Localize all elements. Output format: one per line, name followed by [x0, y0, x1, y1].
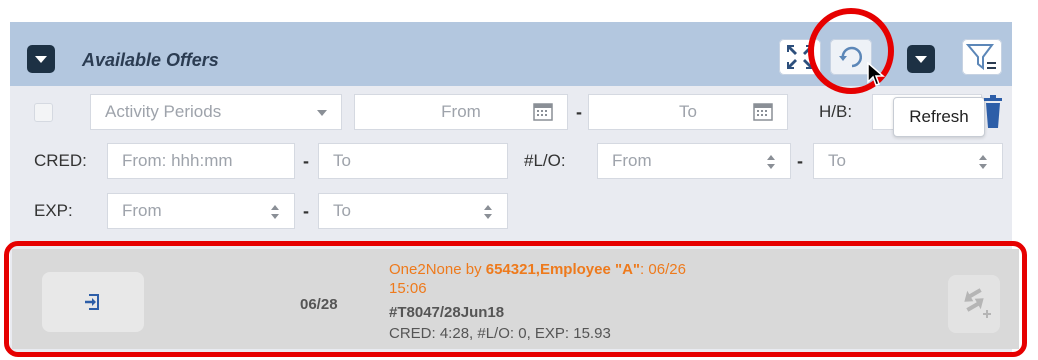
offer-title-suffix: : 06/26 — [640, 261, 686, 278]
exp-label: EXP: — [34, 201, 73, 220]
offer-employee: 654321,Employee "A" — [485, 261, 641, 278]
refresh-tooltip: Refresh — [893, 97, 985, 137]
collapse-panel-button[interactable] — [27, 45, 55, 73]
exp-from-input[interactable]: From — [107, 193, 295, 229]
propose-trade-button[interactable] — [948, 275, 1000, 333]
stepper-icon[interactable] — [270, 203, 280, 221]
offer-trip: #T8047/28Jun18 — [389, 304, 505, 321]
filter-button[interactable] — [962, 39, 1002, 75]
activity-periods-select[interactable]: Activity Periods — [90, 94, 342, 130]
date-range-dash: - — [576, 102, 582, 122]
sign-in-icon — [85, 294, 99, 310]
take-offer-button[interactable] — [42, 272, 144, 332]
cred-from-input[interactable]: From: hhh:mm — [107, 143, 295, 179]
filter-equals-icon — [965, 44, 996, 71]
exp-from-placeholder: From — [122, 201, 162, 220]
activity-periods-placeholder: Activity Periods — [105, 102, 222, 121]
offer-title-prefix: One2None by — [389, 261, 486, 278]
stepper-icon[interactable] — [766, 153, 776, 171]
offer-date: 06/28 — [300, 296, 338, 313]
lo-from-placeholder: From — [612, 151, 652, 170]
stepper-icon[interactable] — [483, 203, 493, 221]
offer-time: 15:06 — [389, 280, 427, 297]
date-from-input[interactable]: From — [354, 94, 568, 130]
lo-to-input[interactable]: To — [813, 143, 1003, 179]
hb-label: H/B: — [819, 102, 853, 121]
exp-to-placeholder: To — [333, 201, 351, 220]
chevron-down-icon — [317, 110, 327, 116]
cred-to-placeholder: To — [333, 151, 351, 170]
trash-icon[interactable] — [984, 95, 1002, 129]
exp-range-dash: - — [303, 201, 309, 221]
offer-title: One2None by 654321,Employee "A": 06/26 1… — [389, 260, 829, 298]
calendar-icon — [753, 103, 773, 121]
cred-to-input[interactable]: To — [318, 143, 508, 179]
offer-stats: CRED: 4:28, #L/O: 0, EXP: 15.93 — [389, 325, 611, 342]
cred-from-placeholder: From: hhh:mm — [122, 151, 233, 170]
cred-label: CRED: — [34, 151, 87, 170]
exp-to-input[interactable]: To — [318, 193, 508, 229]
lo-from-input[interactable]: From — [597, 143, 791, 179]
mouse-pointer-icon — [867, 62, 885, 86]
date-to-input[interactable]: To — [588, 94, 788, 130]
options-dropdown-button[interactable] — [907, 45, 935, 73]
select-all-checkbox[interactable] — [34, 103, 53, 122]
stepper-icon[interactable] — [978, 153, 988, 171]
panel-title: Available Offers — [82, 50, 219, 70]
lo-label: #L/O: — [524, 151, 566, 170]
lo-to-placeholder: To — [828, 151, 846, 170]
lo-range-dash: - — [797, 151, 803, 171]
calendar-icon — [533, 103, 553, 121]
cred-range-dash: - — [303, 151, 309, 171]
swap-add-icon — [964, 288, 991, 318]
